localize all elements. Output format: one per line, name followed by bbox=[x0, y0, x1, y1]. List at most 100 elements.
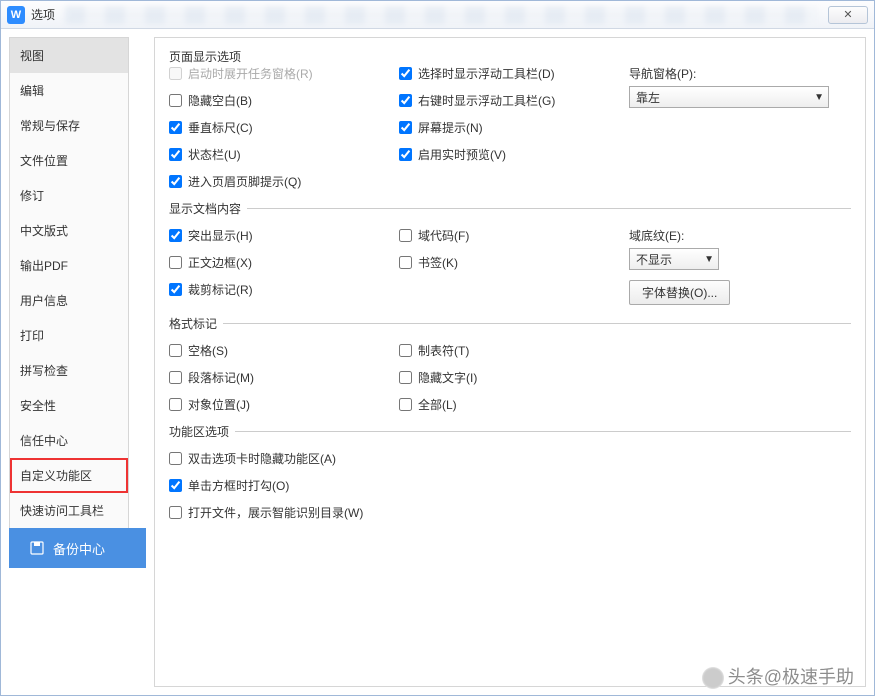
content-panel: 页面显示选项 启动时展开任务窗格(R) 隐藏空白(B) 垂直标尺(C) 状态栏(U) 进… bbox=[154, 37, 866, 687]
page-display-b-1[interactable]: 右键时显示浮动工具栏(G) bbox=[399, 92, 629, 109]
backup-label: 备份中心 bbox=[53, 539, 105, 558]
ribbon-opt-1-label: 单击方框时打勾(O) bbox=[188, 477, 289, 494]
page-display-b-1-checkbox[interactable] bbox=[399, 94, 412, 107]
sidebar-item-12[interactable]: 自定义功能区 bbox=[10, 458, 128, 493]
doc-content-a-0[interactable]: 突出显示(H) bbox=[169, 227, 399, 244]
body: 视图编辑常规与保存文件位置修订中文版式输出PDF用户信息打印拼写检查安全性信任中… bbox=[1, 29, 874, 695]
page-display-a-1-label: 隐藏空白(B) bbox=[188, 92, 252, 109]
format-marks-a-2[interactable]: 对象位置(J) bbox=[169, 396, 399, 413]
sidebar-item-11[interactable]: 信任中心 bbox=[10, 423, 128, 458]
page-display-b-3-checkbox[interactable] bbox=[399, 148, 412, 161]
page-display-b-0-label: 选择时显示浮动工具栏(D) bbox=[418, 65, 555, 82]
format-marks-a-0[interactable]: 空格(S) bbox=[169, 342, 399, 359]
page-display-a-2-label: 垂直标尺(C) bbox=[188, 119, 253, 136]
legend-page-display: 页面显示选项 bbox=[169, 48, 247, 65]
nav-pane-value: 靠左 bbox=[636, 89, 660, 106]
legend-ribbon: 功能区选项 bbox=[169, 423, 235, 440]
page-display-a-2[interactable]: 垂直标尺(C) bbox=[169, 119, 399, 136]
doc-content-b-0[interactable]: 域代码(F) bbox=[399, 227, 629, 244]
close-button[interactable]: ✕ bbox=[828, 6, 868, 24]
page-display-b-3[interactable]: 启用实时预览(V) bbox=[399, 146, 629, 163]
page-display-b-2-label: 屏幕提示(N) bbox=[418, 119, 483, 136]
group-doc-content: 显示文档内容 突出显示(H)正文边框(X)裁剪标记(R) 域代码(F)书签(K)… bbox=[169, 200, 851, 311]
backup-center-button[interactable]: 备份中心 bbox=[9, 528, 146, 568]
doc-content-b-1[interactable]: 书签(K) bbox=[399, 254, 629, 271]
doc-content-b-0-label: 域代码(F) bbox=[418, 227, 469, 244]
page-display-a-4[interactable]: 进入页眉页脚提示(Q) bbox=[169, 173, 399, 190]
format-marks-a-1-label: 段落标记(M) bbox=[188, 369, 254, 386]
sidebar-item-4[interactable]: 修订 bbox=[10, 178, 128, 213]
group-page-display: 页面显示选项 启动时展开任务窗格(R) 隐藏空白(B) 垂直标尺(C) 状态栏(U) 进… bbox=[169, 48, 851, 196]
sidebar-item-1[interactable]: 编辑 bbox=[10, 73, 128, 108]
format-marks-a-1[interactable]: 段落标记(M) bbox=[169, 369, 399, 386]
ribbon-opt-1-checkbox[interactable] bbox=[169, 479, 182, 492]
chevron-down-icon: ▼ bbox=[814, 92, 824, 103]
ribbon-opt-2-checkbox[interactable] bbox=[169, 506, 182, 519]
group-format-marks: 格式标记 空格(S) 段落标记(M) 对象位置(J) 制表符(T) 隐藏文字(I) 全部… bbox=[169, 315, 851, 419]
doc-content-a-2-label: 裁剪标记(R) bbox=[188, 281, 253, 298]
doc-content-b-1-checkbox[interactable] bbox=[399, 256, 412, 269]
page-display-b-0-checkbox[interactable] bbox=[399, 67, 412, 80]
doc-content-a-1-label: 正文边框(X) bbox=[188, 254, 252, 271]
sidebar-item-0[interactable]: 视图 bbox=[10, 38, 128, 73]
ribbon-opt-0-label: 双击选项卡时隐藏功能区(A) bbox=[188, 450, 336, 467]
page-display-a-1-checkbox[interactable] bbox=[169, 94, 182, 107]
page-display-a-3-checkbox[interactable] bbox=[169, 148, 182, 161]
sidebar-item-13[interactable]: 快速访问工具栏 bbox=[10, 493, 128, 528]
format-marks-b-2-checkbox[interactable] bbox=[399, 398, 412, 411]
font-substitution-button[interactable]: 字体替换(O)... bbox=[629, 280, 730, 305]
backup-icon bbox=[29, 540, 45, 556]
format-marks-a-2-checkbox[interactable] bbox=[169, 398, 182, 411]
doc-content-a-2-checkbox[interactable] bbox=[169, 283, 182, 296]
app-icon: W bbox=[7, 6, 25, 24]
page-display-a-3[interactable]: 状态栏(U) bbox=[169, 146, 399, 163]
ribbon-opt-0-checkbox[interactable] bbox=[169, 452, 182, 465]
sidebar-item-2[interactable]: 常规与保存 bbox=[10, 108, 128, 143]
nav-pane-combo[interactable]: 靠左 ▼ bbox=[629, 86, 829, 108]
doc-content-b-0-checkbox[interactable] bbox=[399, 229, 412, 242]
format-marks-a-0-checkbox[interactable] bbox=[169, 344, 182, 357]
format-marks-b-0[interactable]: 制表符(T) bbox=[399, 342, 629, 359]
nav-pane-label: 导航窗格(P): bbox=[629, 65, 829, 82]
bottom-bar: 备份中心 bbox=[9, 528, 146, 568]
titlebar-blur bbox=[65, 6, 818, 24]
page-display-b-2-checkbox[interactable] bbox=[399, 121, 412, 134]
sidebar-item-10[interactable]: 安全性 bbox=[10, 388, 128, 423]
sidebar-item-7[interactable]: 用户信息 bbox=[10, 283, 128, 318]
sidebar-item-9[interactable]: 拼写检查 bbox=[10, 353, 128, 388]
doc-content-a-1-checkbox[interactable] bbox=[169, 256, 182, 269]
format-marks-b-2-label: 全部(L) bbox=[418, 396, 457, 413]
page-display-b-0[interactable]: 选择时显示浮动工具栏(D) bbox=[399, 65, 629, 82]
format-marks-b-0-label: 制表符(T) bbox=[418, 342, 469, 359]
sidebar-item-5[interactable]: 中文版式 bbox=[10, 213, 128, 248]
format-marks-b-1-checkbox[interactable] bbox=[399, 371, 412, 384]
format-marks-b-0-checkbox[interactable] bbox=[399, 344, 412, 357]
legend-format-marks: 格式标记 bbox=[169, 315, 223, 332]
field-shading-combo[interactable]: 不显示 ▼ bbox=[629, 248, 719, 270]
page-display-a-2-checkbox[interactable] bbox=[169, 121, 182, 134]
ribbon-opt-1[interactable]: 单击方框时打勾(O) bbox=[169, 477, 851, 494]
format-marks-b-2[interactable]: 全部(L) bbox=[399, 396, 629, 413]
sidebar-item-6[interactable]: 输出PDF bbox=[10, 248, 128, 283]
doc-content-a-0-label: 突出显示(H) bbox=[188, 227, 253, 244]
sidebar-item-8[interactable]: 打印 bbox=[10, 318, 128, 353]
group-ribbon: 功能区选项 双击选项卡时隐藏功能区(A) 单击方框时打勾(O) 打开文件，展示智能识… bbox=[169, 423, 851, 527]
ribbon-opt-2[interactable]: 打开文件，展示智能识别目录(W) bbox=[169, 504, 851, 521]
page-display-a-3-label: 状态栏(U) bbox=[188, 146, 241, 163]
page-display-a-4-checkbox[interactable] bbox=[169, 175, 182, 188]
doc-content-a-1[interactable]: 正文边框(X) bbox=[169, 254, 399, 271]
page-display-a-0: 启动时展开任务窗格(R) bbox=[169, 65, 399, 82]
doc-content-b-1-label: 书签(K) bbox=[418, 254, 458, 271]
format-marks-b-1[interactable]: 隐藏文字(I) bbox=[399, 369, 629, 386]
format-marks-b-1-label: 隐藏文字(I) bbox=[418, 369, 477, 386]
page-display-b-2[interactable]: 屏幕提示(N) bbox=[399, 119, 629, 136]
chevron-down-icon: ▼ bbox=[704, 254, 714, 265]
format-marks-a-2-label: 对象位置(J) bbox=[188, 396, 250, 413]
format-marks-a-1-checkbox[interactable] bbox=[169, 371, 182, 384]
page-display-b-3-label: 启用实时预览(V) bbox=[418, 146, 506, 163]
doc-content-a-0-checkbox[interactable] bbox=[169, 229, 182, 242]
sidebar-item-3[interactable]: 文件位置 bbox=[10, 143, 128, 178]
page-display-a-1[interactable]: 隐藏空白(B) bbox=[169, 92, 399, 109]
ribbon-opt-0[interactable]: 双击选项卡时隐藏功能区(A) bbox=[169, 450, 851, 467]
doc-content-a-2[interactable]: 裁剪标记(R) bbox=[169, 281, 399, 298]
